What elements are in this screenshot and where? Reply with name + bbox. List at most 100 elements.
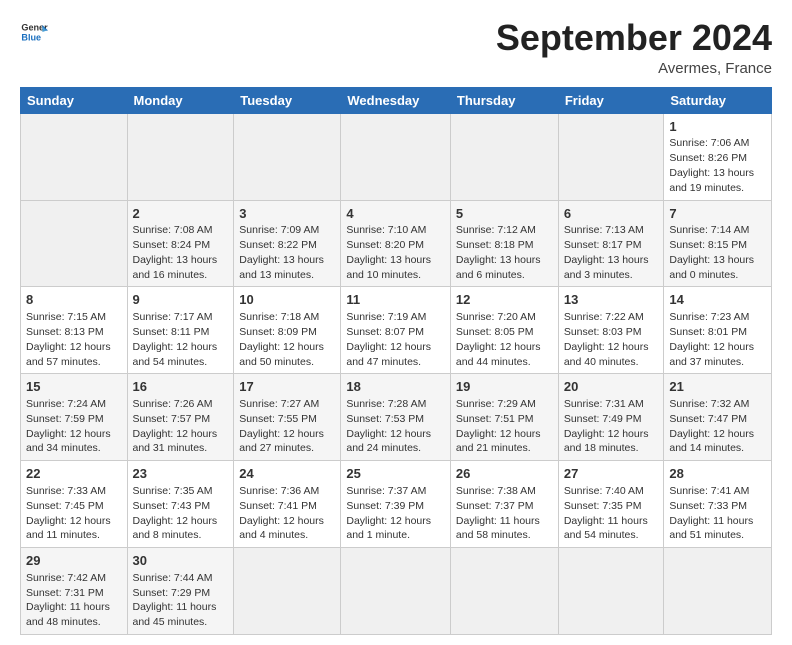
page: General Blue General Blue September 2024… (0, 0, 792, 645)
calendar-cell: 26Sunrise: 7:38 AMSunset: 7:37 PMDayligh… (450, 461, 558, 548)
day-number: 27 (564, 465, 659, 483)
calendar-cell: 1Sunrise: 7:06 AMSunset: 8:26 PMDaylight… (664, 113, 772, 200)
day-number: 4 (346, 205, 445, 223)
day-info: Sunrise: 7:17 AMSunset: 8:11 PMDaylight:… (133, 311, 218, 368)
day-info: Sunrise: 7:19 AMSunset: 8:07 PMDaylight:… (346, 311, 431, 368)
day-number: 29 (26, 552, 122, 570)
calendar-cell: 14 Sunrise: 7:23 AMSunset: 8:01 PMDayligh… (664, 287, 772, 374)
logo-icon: General Blue (20, 18, 48, 46)
day-number: 19 (456, 378, 553, 396)
day-info: Sunrise: 7:35 AMSunset: 7:43 PMDaylight:… (133, 485, 218, 542)
column-header-monday: Monday (127, 87, 234, 113)
calendar-week-row: 2Sunrise: 7:08 AMSunset: 8:24 PMDaylight… (21, 200, 772, 287)
calendar-cell (558, 113, 664, 200)
day-number: 17 (239, 378, 335, 396)
day-number: 3 (239, 205, 335, 223)
day-info: Sunrise: 7:18 AMSunset: 8:09 PMDaylight:… (239, 311, 324, 368)
day-number: 20 (564, 378, 659, 396)
day-info: Sunrise: 7:29 AMSunset: 7:51 PMDaylight:… (456, 398, 541, 455)
day-info: Sunrise: 7:15 AMSunset: 8:13 PMDaylight:… (26, 311, 111, 368)
calendar-cell: 20 Sunrise: 7:31 AMSunset: 7:49 PMDayligh… (558, 374, 664, 461)
calendar-cell (234, 113, 341, 200)
calendar-cell (341, 113, 451, 200)
calendar-cell (450, 113, 558, 200)
day-number: 2 (133, 205, 229, 223)
calendar-cell: 29Sunrise: 7:42 AMSunset: 7:31 PMDayligh… (21, 548, 128, 635)
day-info: Sunrise: 7:33 AMSunset: 7:45 PMDaylight:… (26, 485, 111, 542)
day-info: Sunrise: 7:12 AMSunset: 8:18 PMDaylight:… (456, 224, 541, 281)
day-info: Sunrise: 7:23 AMSunset: 8:01 PMDaylight:… (669, 311, 754, 368)
calendar-cell: 6Sunrise: 7:13 AMSunset: 8:17 PMDaylight… (558, 200, 664, 287)
calendar-cell: 12 Sunrise: 7:20 AMSunset: 8:05 PMDayligh… (450, 287, 558, 374)
location: Avermes, France (496, 60, 772, 77)
day-number: 22 (26, 465, 122, 483)
calendar-cell: 3Sunrise: 7:09 AMSunset: 8:22 PMDaylight… (234, 200, 341, 287)
day-number: 24 (239, 465, 335, 483)
day-info: Sunrise: 7:26 AMSunset: 7:57 PMDaylight:… (133, 398, 218, 455)
calendar-cell: 18Sunrise: 7:28 AMSunset: 7:53 PMDayligh… (341, 374, 451, 461)
day-info: Sunrise: 7:20 AMSunset: 8:05 PMDaylight:… (456, 311, 541, 368)
day-number: 26 (456, 465, 553, 483)
day-info: Sunrise: 7:32 AMSunset: 7:47 PMDaylight:… (669, 398, 754, 455)
day-number: 9 (133, 291, 229, 309)
calendar-week-row: 15 Sunrise: 7:24 AMSunset: 7:59 PMDayligh… (21, 374, 772, 461)
day-number: 18 (346, 378, 445, 396)
day-info: Sunrise: 7:40 AMSunset: 7:35 PMDaylight:… (564, 485, 648, 542)
day-number: 7 (669, 205, 766, 223)
calendar-week-row: 29Sunrise: 7:42 AMSunset: 7:31 PMDayligh… (21, 548, 772, 635)
calendar-cell: 25 Sunrise: 7:37 AMSunset: 7:39 PMDayligh… (341, 461, 451, 548)
day-number: 16 (133, 378, 229, 396)
column-header-wednesday: Wednesday (341, 87, 451, 113)
day-info: Sunrise: 7:24 AMSunset: 7:59 PMDaylight:… (26, 398, 111, 455)
title-block: September 2024 Avermes, France (496, 18, 772, 77)
day-number: 5 (456, 205, 553, 223)
column-header-sunday: Sunday (21, 87, 128, 113)
column-header-saturday: Saturday (664, 87, 772, 113)
svg-text:Blue: Blue (21, 32, 41, 42)
day-number: 28 (669, 465, 766, 483)
day-info: Sunrise: 7:09 AMSunset: 8:22 PMDaylight:… (239, 224, 324, 281)
day-info: Sunrise: 7:27 AMSunset: 7:55 PMDaylight:… (239, 398, 324, 455)
calendar-header-row: SundayMondayTuesdayWednesdayThursdayFrid… (21, 87, 772, 113)
day-number: 11 (346, 291, 445, 309)
calendar-cell (341, 548, 451, 635)
calendar-cell: 16 Sunrise: 7:26 AMSunset: 7:57 PMDayligh… (127, 374, 234, 461)
calendar-cell: 24 Sunrise: 7:36 AMSunset: 7:41 PMDayligh… (234, 461, 341, 548)
day-info: Sunrise: 7:10 AMSunset: 8:20 PMDaylight:… (346, 224, 431, 281)
column-header-thursday: Thursday (450, 87, 558, 113)
calendar-cell: 11 Sunrise: 7:19 AMSunset: 8:07 PMDayligh… (341, 287, 451, 374)
calendar-cell: 15 Sunrise: 7:24 AMSunset: 7:59 PMDayligh… (21, 374, 128, 461)
calendar-cell: 27 Sunrise: 7:40 AMSunset: 7:35 PMDayligh… (558, 461, 664, 548)
calendar-cell: 22 Sunrise: 7:33 AMSunset: 7:45 PMDayligh… (21, 461, 128, 548)
day-info: Sunrise: 7:36 AMSunset: 7:41 PMDaylight:… (239, 485, 324, 542)
column-header-friday: Friday (558, 87, 664, 113)
day-number: 25 (346, 465, 445, 483)
calendar-cell: 17 Sunrise: 7:27 AMSunset: 7:55 PMDayligh… (234, 374, 341, 461)
calendar-cell: 19 Sunrise: 7:29 AMSunset: 7:51 PMDayligh… (450, 374, 558, 461)
day-number: 12 (456, 291, 553, 309)
calendar-cell: 8Sunrise: 7:15 AMSunset: 8:13 PMDaylight… (21, 287, 128, 374)
calendar-cell: 2Sunrise: 7:08 AMSunset: 8:24 PMDaylight… (127, 200, 234, 287)
month-title: September 2024 (496, 18, 772, 58)
day-number: 13 (564, 291, 659, 309)
day-info: Sunrise: 7:06 AMSunset: 8:26 PMDaylight:… (669, 137, 754, 194)
calendar-cell (450, 548, 558, 635)
day-number: 14 (669, 291, 766, 309)
calendar-week-row: 8Sunrise: 7:15 AMSunset: 8:13 PMDaylight… (21, 287, 772, 374)
day-number: 23 (133, 465, 229, 483)
day-number: 1 (669, 118, 766, 136)
calendar-cell: 4Sunrise: 7:10 AMSunset: 8:20 PMDaylight… (341, 200, 451, 287)
calendar-cell: 5Sunrise: 7:12 AMSunset: 8:18 PMDaylight… (450, 200, 558, 287)
day-info: Sunrise: 7:31 AMSunset: 7:49 PMDaylight:… (564, 398, 649, 455)
calendar-cell: 9 Sunrise: 7:17 AMSunset: 8:11 PMDaylight… (127, 287, 234, 374)
calendar-week-row: 22 Sunrise: 7:33 AMSunset: 7:45 PMDayligh… (21, 461, 772, 548)
calendar-cell (127, 113, 234, 200)
day-info: Sunrise: 7:08 AMSunset: 8:24 PMDaylight:… (133, 224, 218, 281)
calendar-cell: 10Sunrise: 7:18 AMSunset: 8:09 PMDayligh… (234, 287, 341, 374)
calendar-week-row: 1Sunrise: 7:06 AMSunset: 8:26 PMDaylight… (21, 113, 772, 200)
calendar-cell: 13Sunrise: 7:22 AMSunset: 8:03 PMDayligh… (558, 287, 664, 374)
day-number: 15 (26, 378, 122, 396)
calendar-cell (21, 200, 128, 287)
day-info: Sunrise: 7:14 AMSunset: 8:15 PMDaylight:… (669, 224, 754, 281)
day-info: Sunrise: 7:37 AMSunset: 7:39 PMDaylight:… (346, 485, 431, 542)
